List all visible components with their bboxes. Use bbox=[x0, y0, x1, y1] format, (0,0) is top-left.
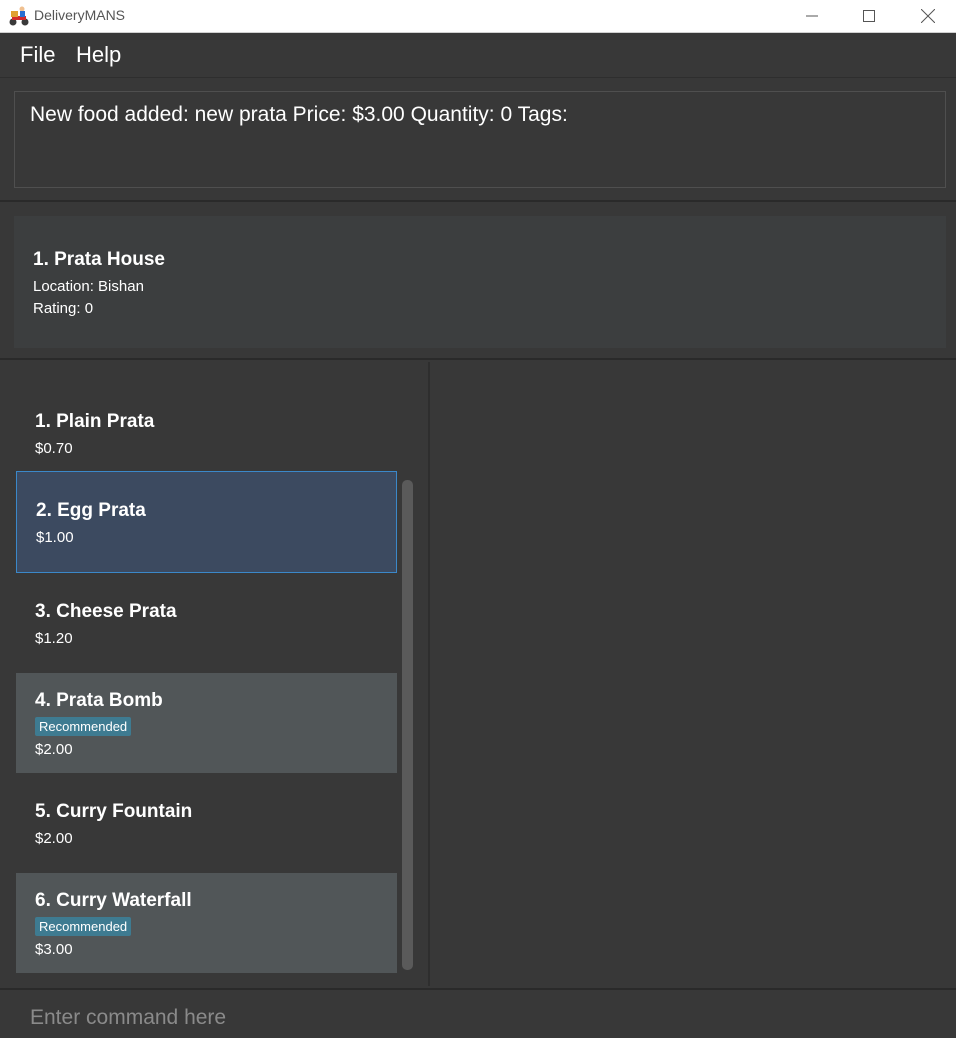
detail-panel bbox=[430, 362, 956, 986]
recommended-tag: Recommended bbox=[35, 717, 132, 736]
result-message: New food added: new prata Price: $3.00 Q… bbox=[30, 103, 568, 126]
minimize-icon bbox=[806, 15, 818, 17]
command-input[interactable] bbox=[18, 998, 938, 1038]
food-card-1[interactable]: 1. Plain Prata $0.70 bbox=[16, 375, 397, 472]
food-name: 6. Curry Waterfall bbox=[35, 890, 192, 911]
restaurant-card[interactable]: 1. Prata House Location: Bishan Rating: … bbox=[14, 216, 946, 348]
maximize-icon bbox=[863, 10, 875, 22]
delivery-scooter-icon bbox=[9, 6, 29, 26]
recommended-tag: Recommended bbox=[35, 917, 132, 936]
restaurant-rating: Rating: 0 bbox=[33, 300, 94, 317]
restaurant-location: Location: Bishan bbox=[33, 278, 144, 295]
menu-file[interactable]: File bbox=[20, 42, 55, 68]
command-box bbox=[0, 988, 956, 1038]
title-bar: DeliveryMANS bbox=[0, 0, 956, 33]
result-display[interactable]: New food added: new prata Price: $3.00 Q… bbox=[14, 91, 946, 188]
menu-bar: File Help bbox=[0, 33, 956, 78]
food-price: $3.00 bbox=[35, 941, 73, 958]
food-price: $1.00 bbox=[36, 529, 74, 546]
food-card-6[interactable]: 6. Curry Waterfall Recommended $3.00 bbox=[16, 873, 397, 973]
restaurant-name: 1. Prata House bbox=[33, 249, 165, 270]
food-card-4[interactable]: 4. Prata Bomb Recommended $2.00 bbox=[16, 673, 397, 773]
food-price: $2.00 bbox=[35, 830, 73, 847]
food-card-2[interactable]: 2. Egg Prata $1.00 bbox=[16, 471, 397, 573]
food-list-panel: 1. Plain Prata $0.70 2. Egg Prata $1.00 … bbox=[0, 362, 430, 986]
restaurant-list-panel: 1. Prata House Location: Bishan Rating: … bbox=[0, 202, 956, 360]
food-name: 5. Curry Fountain bbox=[35, 801, 193, 822]
close-button[interactable] bbox=[905, 0, 951, 32]
window-title: DeliveryMANS bbox=[34, 7, 126, 23]
food-name: 2. Egg Prata bbox=[36, 500, 146, 521]
food-card-5[interactable]: 5. Curry Fountain $2.00 bbox=[16, 773, 397, 873]
food-price: $1.20 bbox=[35, 630, 73, 647]
maximize-button[interactable] bbox=[846, 0, 892, 32]
result-display-panel: New food added: new prata Price: $3.00 Q… bbox=[0, 78, 956, 202]
menu-help[interactable]: Help bbox=[76, 42, 121, 68]
food-card-3[interactable]: 3. Cheese Prata $1.20 bbox=[16, 573, 397, 673]
scrollbar-thumb[interactable] bbox=[402, 480, 413, 970]
close-icon bbox=[921, 9, 935, 23]
food-price: $2.00 bbox=[35, 741, 73, 758]
food-price: $0.70 bbox=[35, 440, 73, 457]
food-name: 1. Plain Prata bbox=[35, 411, 155, 432]
food-name: 3. Cheese Prata bbox=[35, 601, 177, 622]
minimize-button[interactable] bbox=[789, 0, 835, 32]
food-name: 4. Prata Bomb bbox=[35, 690, 163, 711]
